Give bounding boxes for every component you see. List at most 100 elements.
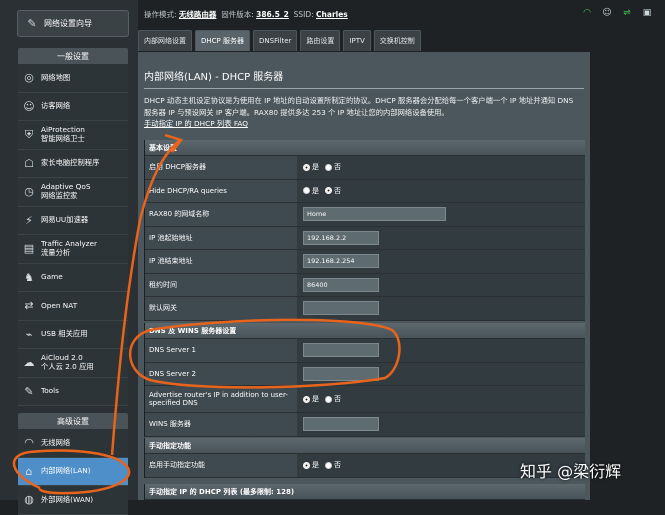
setting-label: 租约时间 bbox=[145, 273, 297, 296]
radio-no[interactable]: 否 bbox=[325, 162, 341, 172]
title-divider bbox=[144, 88, 584, 89]
radio-yes[interactable]: 是 bbox=[303, 460, 319, 470]
radio-dot-icon[interactable] bbox=[325, 187, 332, 195]
radio-dot-icon[interactable] bbox=[303, 163, 310, 171]
tab[interactable]: 路由设置 bbox=[300, 30, 341, 51]
setting-row: DNS Server 2 bbox=[145, 362, 585, 386]
page-description: DHCP 动态主机设定协议是为使用在 IP 地址的自动设置所制定的协议。DHCP… bbox=[144, 95, 582, 130]
sidebar-item[interactable]: ⛨ AiProtection 智能网络卫士 bbox=[18, 121, 128, 150]
sidebar-item[interactable]: ▤ Traffic Analyzer 流量分析 bbox=[18, 235, 128, 264]
text-input[interactable]: 86400 bbox=[303, 277, 379, 292]
sidebar-item-label: Tools bbox=[41, 386, 59, 395]
setting-label: IP 池起始地址 bbox=[145, 226, 297, 249]
setting-label: WINS 服务器 bbox=[145, 413, 297, 436]
tab[interactable]: IPTV bbox=[343, 30, 371, 51]
wifi-icon[interactable]: ◠ bbox=[581, 7, 593, 19]
sidebar-item[interactable]: ✎ Tools bbox=[18, 377, 128, 406]
text-input[interactable]: Home bbox=[303, 207, 446, 222]
text-input[interactable] bbox=[303, 366, 379, 381]
tab[interactable]: 交换机控制 bbox=[373, 30, 421, 51]
radio-label: 否 bbox=[334, 461, 341, 470]
sidebar-item[interactable]: ♞ Game bbox=[18, 263, 128, 292]
sidebar-item[interactable]: ◍ 外部网络(WAN) bbox=[18, 486, 128, 515]
radio-dot-icon[interactable] bbox=[303, 461, 310, 469]
sidebar-item[interactable]: ⇄ Open NAT bbox=[18, 292, 128, 321]
setting-label: Advertise router's IP in addition to use… bbox=[145, 386, 297, 412]
sidebar-item-label: Adaptive QoS 网络监控家 bbox=[41, 182, 91, 200]
sidebar-item[interactable]: ☖ 家长电脑控制程序 bbox=[18, 149, 128, 178]
radio-dot-icon[interactable] bbox=[303, 395, 310, 403]
network-map-icon: ◎ bbox=[24, 71, 34, 85]
setting-label: IP 池结束地址 bbox=[145, 250, 297, 273]
qos-icon: ◷ bbox=[24, 185, 34, 199]
sidebar-item-label: Game bbox=[41, 272, 63, 281]
sidebar-item-label: 网络地图 bbox=[41, 72, 71, 82]
top-status-bar: 操作模式: 无线路由器 固件版本: 386.5_2 SSID: Charles … bbox=[138, 0, 665, 30]
open-nat-icon: ⇄ bbox=[24, 299, 34, 313]
text-input[interactable] bbox=[303, 417, 379, 432]
radio-label: 是 bbox=[312, 395, 319, 403]
dhcp-list-table: 手动指定 IP 的 DHCP 列表 (最多限制: 128) bbox=[144, 484, 585, 500]
sidebar-item-label: 无线网络 bbox=[41, 437, 71, 447]
wand-icon: ✎ bbox=[27, 17, 37, 30]
guest-icon[interactable]: ☺ bbox=[601, 7, 613, 19]
sidebar-item-label: 内部网络(LAN) bbox=[41, 466, 91, 475]
sidebar-item[interactable]: ◎ 网络地图 bbox=[18, 64, 128, 93]
text-input[interactable]: 192.168.2.2 bbox=[303, 230, 379, 245]
section-header: 基本设置 bbox=[145, 140, 585, 156]
app-icon[interactable]: ▣ bbox=[641, 7, 653, 19]
radio-dot-icon[interactable] bbox=[325, 461, 332, 469]
firmware-value[interactable]: 386.5_2 bbox=[256, 10, 289, 19]
sidebar-item[interactable]: ◷ Adaptive QoS 网络监控家 bbox=[18, 178, 128, 207]
setting-value: 是否 bbox=[297, 156, 585, 179]
dns-settings-table: DNS 及 WINS 服务器设置 DNS Server 1 DNS Server 2… bbox=[144, 323, 585, 437]
setting-label: Hide DHCP/RA queries bbox=[145, 179, 297, 202]
tab[interactable]: DNSFilter bbox=[253, 30, 298, 51]
radio-label: 是 bbox=[312, 186, 319, 195]
text-input[interactable] bbox=[303, 301, 379, 316]
setting-value: 是否 bbox=[297, 386, 585, 412]
radio-no[interactable]: 否 bbox=[325, 460, 341, 470]
sidebar-item[interactable]: ◠ 无线网络 bbox=[18, 429, 128, 458]
setting-label: DNS Server 1 bbox=[145, 339, 297, 362]
faq-link[interactable]: 手动指定 IP 的 DHCP 列表 FAQ bbox=[144, 119, 248, 128]
radio-no[interactable]: 否 bbox=[325, 186, 341, 196]
traffic-analyzer-icon: ▤ bbox=[23, 242, 35, 256]
page-title: 内部网络(LAN) - DHCP 服务器 bbox=[144, 72, 284, 83]
radio-label: 是 bbox=[312, 163, 319, 172]
radio-dot-icon[interactable] bbox=[325, 163, 332, 171]
setting-value bbox=[297, 297, 585, 320]
setting-row: 启用 DHCP服务器是否 bbox=[145, 156, 585, 180]
sidebar-item[interactable]: ⚡ 网易UU加速器 bbox=[18, 206, 128, 235]
tab[interactable]: 内部网络设置 bbox=[138, 30, 192, 51]
sidebar-item[interactable]: ☁ AiCloud 2.0 个人云 2.0 应用 bbox=[18, 349, 128, 378]
shield-icon: ⛨ bbox=[24, 127, 34, 141]
advanced-nav: ◠ 无线网络 ⌂ 内部网络(LAN) ◍ 外部网络(WAN) bbox=[18, 429, 128, 515]
radio-dot-icon[interactable] bbox=[303, 187, 310, 195]
tab[interactable]: DHCP 服务器 bbox=[195, 30, 250, 51]
radio-yes[interactable]: 是 bbox=[303, 186, 319, 196]
quick-setup-button[interactable]: ✎ 网络设置向导 bbox=[17, 10, 129, 37]
sidebar-item-label: AiCloud 2.0 个人云 2.0 应用 bbox=[41, 353, 94, 371]
setting-value: 86400 bbox=[297, 273, 585, 296]
setting-value: 192.168.2.2 bbox=[297, 226, 585, 249]
setting-value: 192.168.2.254 bbox=[297, 250, 585, 273]
ssid-value[interactable]: Charles bbox=[316, 10, 348, 19]
system-info: 操作模式: 无线路由器 固件版本: 386.5_2 SSID: Charles bbox=[144, 9, 348, 20]
sidebar-item[interactable]: ⌁ USB 相关应用 bbox=[18, 320, 128, 349]
usb-status-icon[interactable]: ⇌ bbox=[621, 7, 633, 19]
tab-bar: 内部网络设置 DHCP 服务器 DNSFilter 路由设置 IPTV 交换机控制 bbox=[138, 30, 665, 52]
sidebar-item-label: 访客网络 bbox=[41, 101, 71, 110]
text-input[interactable]: 192.168.2.254 bbox=[303, 254, 379, 269]
radio-yes[interactable]: 是 bbox=[303, 394, 319, 404]
setting-value bbox=[297, 362, 585, 385]
basic-settings-table: 基本设置 启用 DHCP服务器是否 Hide DHCP/RA queries 是否 RA… bbox=[144, 140, 585, 321]
sidebar-item[interactable]: ☺ 访客网络 bbox=[18, 92, 128, 121]
sidebar-item[interactable]: ⌂ 内部网络(LAN) bbox=[18, 457, 128, 486]
radio-no[interactable]: 否 bbox=[325, 394, 341, 404]
mode-value[interactable]: 无线路由器 bbox=[179, 10, 217, 19]
setting-value: Home bbox=[297, 203, 585, 226]
text-input[interactable] bbox=[303, 343, 379, 358]
radio-yes[interactable]: 是 bbox=[303, 162, 319, 172]
radio-dot-icon[interactable] bbox=[325, 395, 332, 403]
